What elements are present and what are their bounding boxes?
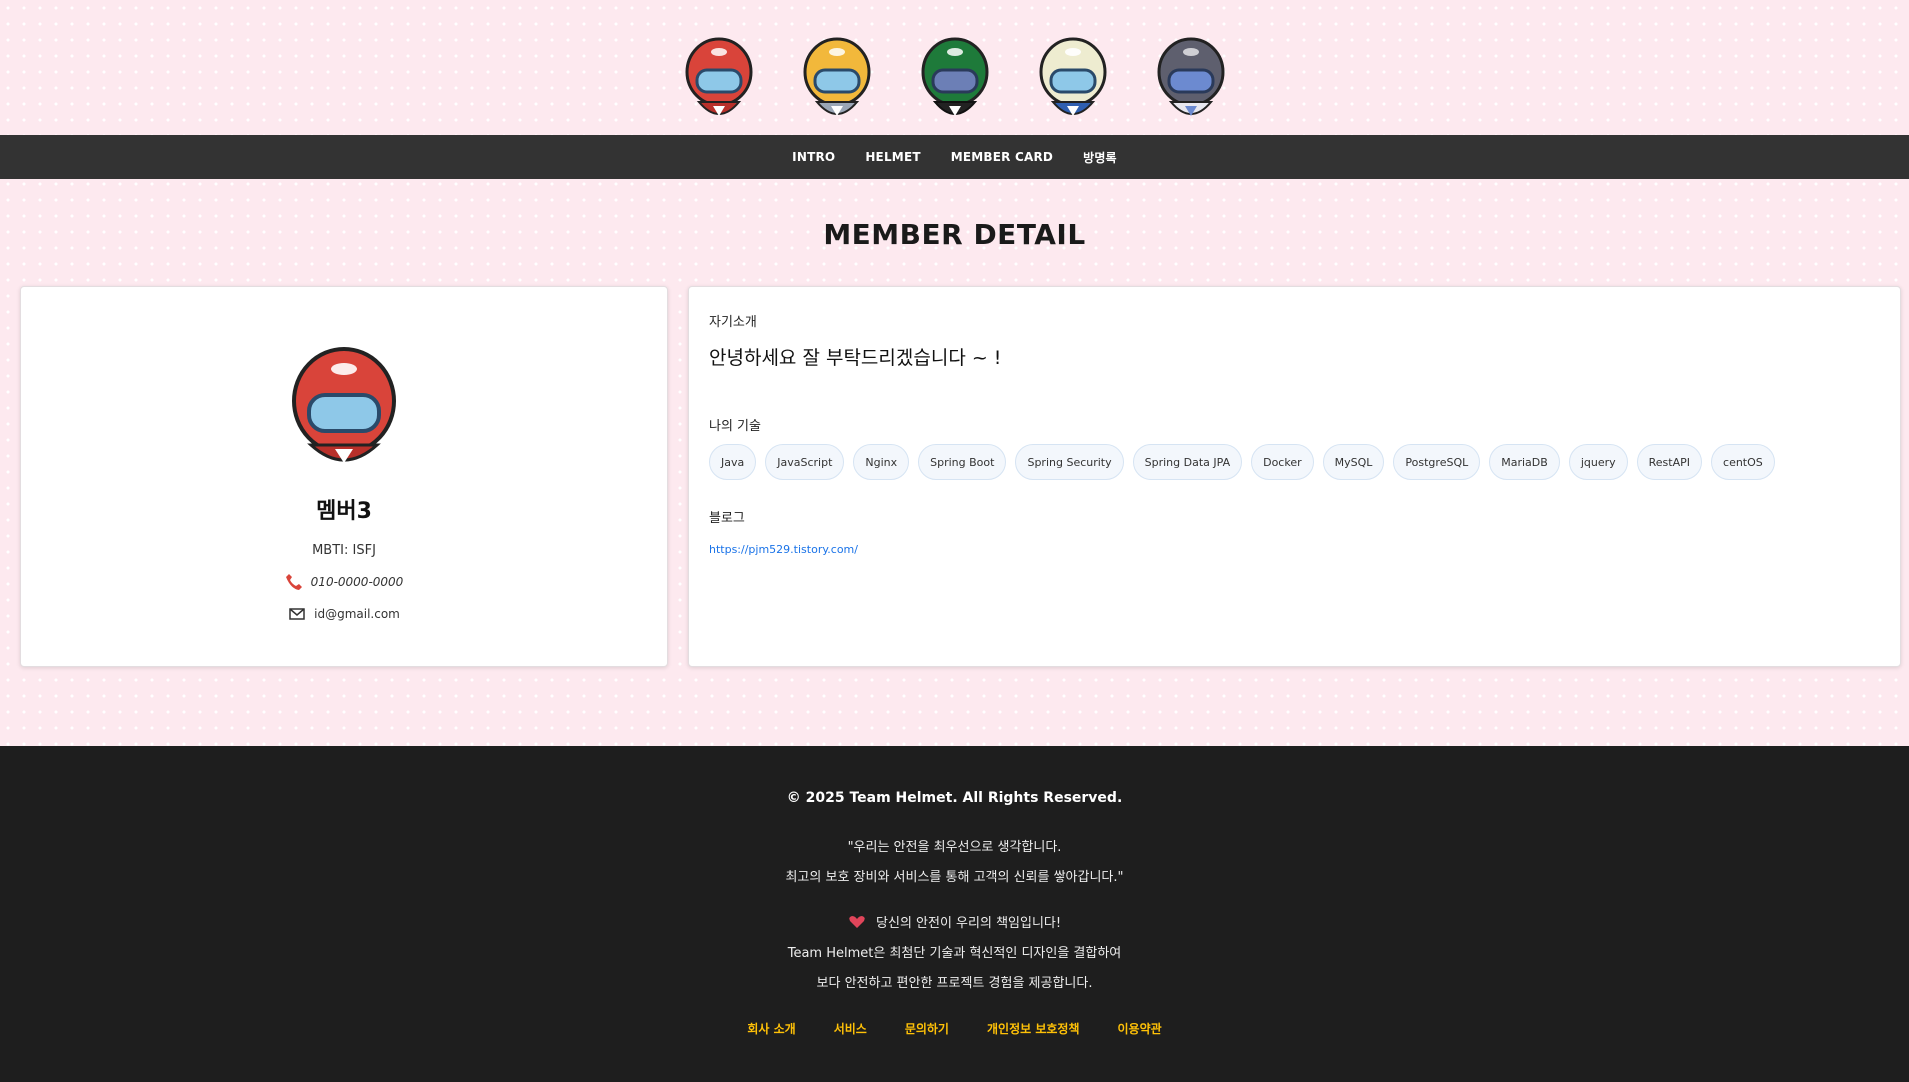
skill-chip: PostgreSQL bbox=[1393, 444, 1481, 480]
member-email[interactable]: id@gmail.com bbox=[314, 607, 400, 621]
member-mbti: MBTI: ISFJ bbox=[312, 543, 376, 558]
footer-quote-line1: "우리는 안전을 최우선으로 생각합니다. bbox=[847, 840, 1062, 855]
footer-link-terms[interactable]: 이용약관 bbox=[1117, 1020, 1161, 1037]
detail-card: 자기소개 안녕하세요 잘 부탁드리겠습니다 ~ ! 나의 기술 Java Jav… bbox=[688, 286, 1901, 667]
footer-link-privacy[interactable]: 개인정보 보호정책 bbox=[987, 1020, 1080, 1037]
intro-text: 안녕하세요 잘 부탁드리겠습니다 ~ ! bbox=[709, 347, 1002, 369]
skill-chip: MariaDB bbox=[1489, 444, 1560, 480]
footer-link-contact[interactable]: 문의하기 bbox=[905, 1020, 949, 1037]
member-phone: 010-0000-0000 bbox=[310, 575, 404, 589]
helmet-row bbox=[0, 36, 1909, 124]
skill-chip: Spring Security bbox=[1015, 444, 1124, 480]
mail-icon bbox=[288, 605, 306, 623]
intro-label: 자기소개 bbox=[709, 315, 757, 330]
footer-mission-line1-row: 당신의 안전이 우리의 책임입니다! bbox=[0, 912, 1909, 933]
footer-link-about[interactable]: 회사 소개 bbox=[747, 1020, 795, 1037]
footer: © 2025 Team Helmet. All Rights Reserved.… bbox=[0, 746, 1909, 1082]
nav-intro[interactable]: INTRO bbox=[792, 150, 835, 164]
skill-chip: RestAPI bbox=[1636, 444, 1703, 480]
skills-label: 나의 기술 bbox=[709, 419, 761, 434]
skill-chip: JavaScript bbox=[765, 444, 845, 480]
main-nav: INTRO HELMET MEMBER CARD 방명록 bbox=[0, 135, 1909, 179]
green-helmet-icon[interactable] bbox=[921, 36, 989, 120]
footer-mission-line3: 보다 안전하고 편안한 프로젝트 경험을 제공합니다. bbox=[816, 976, 1093, 991]
nav-guestbook[interactable]: 방명록 bbox=[1083, 149, 1117, 166]
member-name: 멤버3 bbox=[316, 499, 372, 524]
avatar bbox=[291, 345, 397, 467]
skill-chip: Spring Boot bbox=[918, 444, 1007, 480]
skill-chip: Java bbox=[709, 444, 757, 480]
skills-list: Java JavaScript Nginx Spring Boot Spring… bbox=[709, 444, 1775, 480]
skill-chip: MySQL bbox=[1322, 444, 1385, 480]
cream-helmet-icon[interactable] bbox=[1039, 36, 1107, 120]
nav-helmet[interactable]: HELMET bbox=[865, 150, 920, 164]
skill-chip: Docker bbox=[1251, 444, 1314, 480]
blog-link[interactable]: https://pjm529.tistory.com/ bbox=[709, 543, 858, 556]
footer-copyright: © 2025 Team Helmet. All Rights Reserved. bbox=[786, 790, 1123, 806]
heart-shield-icon bbox=[848, 915, 866, 933]
skill-chip: jquery bbox=[1568, 444, 1628, 480]
email-row: id@gmail.com bbox=[21, 605, 667, 623]
footer-quote-line2: 최고의 보호 장비와 서비스를 통해 고객의 신뢰를 쌓아갑니다." bbox=[785, 870, 1124, 885]
profile-card: 멤버3 MBTI: ISFJ 010-0000-0000 id@gmail.co… bbox=[20, 286, 668, 667]
skill-chip: Nginx bbox=[853, 444, 910, 480]
footer-mission-line2: Team Helmet은 최첨단 기술과 혁신적인 디자인을 결합하여 bbox=[787, 946, 1122, 961]
footer-link-services[interactable]: 서비스 bbox=[834, 1020, 867, 1037]
footer-links: 회사 소개 서비스 문의하기 개인정보 보호정책 이용약관 bbox=[0, 1020, 1909, 1037]
red-helmet-icon[interactable] bbox=[685, 36, 753, 120]
footer-mission-line1: 당신의 안전이 우리의 책임입니다! bbox=[876, 916, 1062, 931]
page-title: MEMBER DETAIL bbox=[823, 218, 1086, 251]
blog-label: 블로그 bbox=[709, 511, 745, 526]
nav-member-card[interactable]: MEMBER CARD bbox=[951, 150, 1053, 164]
skill-chip: centOS bbox=[1711, 444, 1775, 480]
gray-helmet-icon[interactable] bbox=[1157, 36, 1225, 120]
phone-row: 010-0000-0000 bbox=[21, 573, 667, 591]
skill-chip: Spring Data JPA bbox=[1132, 444, 1243, 480]
phone-icon bbox=[285, 573, 303, 591]
yellow-helmet-icon[interactable] bbox=[803, 36, 871, 120]
